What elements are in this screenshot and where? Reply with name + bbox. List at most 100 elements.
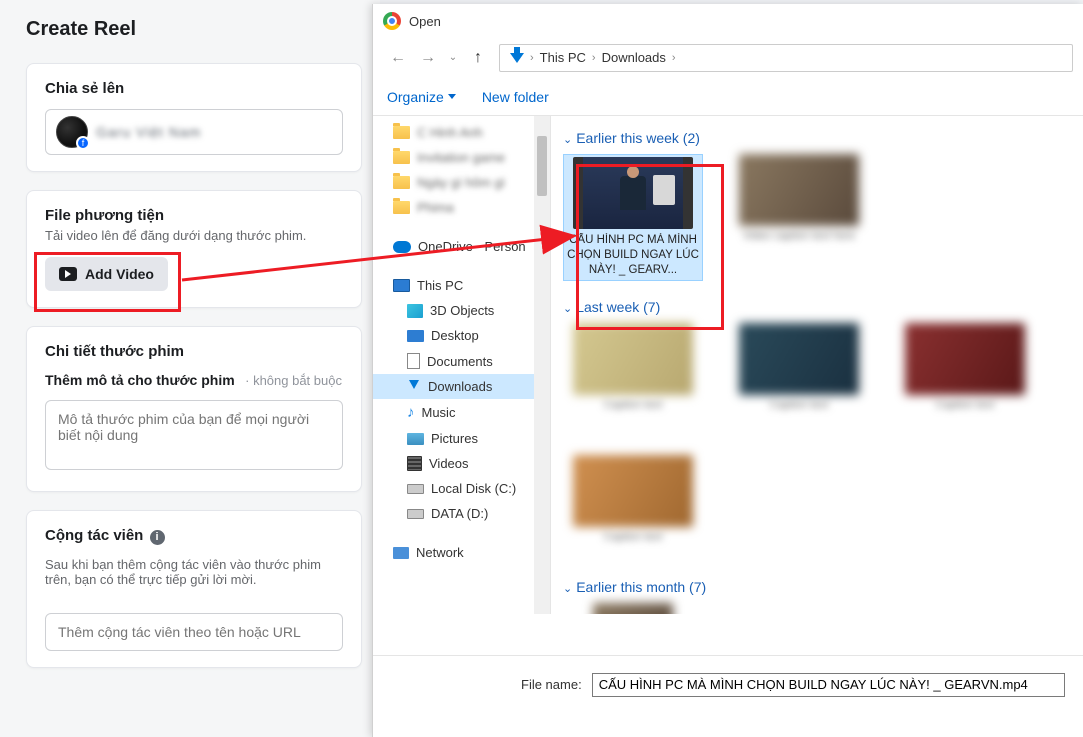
organize-menu[interactable]: Organize [387, 89, 456, 105]
avatar: f [56, 116, 88, 148]
crumb-thispc[interactable]: This PC [540, 50, 586, 65]
nav-back-button[interactable]: ← [383, 43, 413, 73]
tree-onedrive[interactable]: OneDrive - Person [373, 234, 550, 259]
file-item[interactable]: Caption text [895, 323, 1035, 429]
optional-label: · không bắt buộc [245, 373, 342, 388]
tree-3dobjects[interactable]: 3D Objects [373, 298, 550, 323]
chevron-right-icon: › [592, 52, 596, 64]
explorer-body: C Hinh Anh Invitation game Ngày gì hôm g… [373, 116, 1083, 614]
music-icon: ♪ [407, 404, 415, 421]
dialog-titlebar: Open [373, 4, 1083, 38]
file-item[interactable]: Caption text [563, 323, 703, 429]
folder-icon [393, 176, 410, 189]
video-thumbnail [739, 154, 859, 226]
arrow-right-icon: → [420, 49, 436, 67]
group-header[interactable]: ⌄Earlier this week (2) [563, 130, 1073, 146]
tree-downloads[interactable]: Downloads [373, 374, 550, 399]
collab-text: Sau khi bạn thêm cộng tác viên vào thước… [45, 557, 343, 587]
info-icon[interactable]: i [150, 530, 165, 545]
tree-folder[interactable]: Phima [373, 195, 550, 220]
tree-videos[interactable]: Videos [373, 451, 550, 476]
document-icon [407, 353, 420, 369]
group-header[interactable]: ⌄Last week (7) [563, 299, 1073, 315]
download-icon [407, 380, 421, 394]
arrow-up-icon: ↑ [474, 49, 482, 67]
breadcrumb[interactable]: › This PC › Downloads › [499, 44, 1073, 72]
filename-input[interactable] [592, 673, 1065, 697]
video-thumbnail [739, 323, 859, 395]
tree-folder[interactable]: C Hinh Anh [373, 120, 550, 145]
share-account-row[interactable]: f Garu Việt Nam [45, 109, 343, 155]
pictures-icon [407, 433, 424, 445]
onedrive-icon [393, 241, 411, 253]
chevron-down-icon: ⌄ [449, 52, 457, 63]
tree-desktop[interactable]: Desktop [373, 323, 550, 348]
video-thumbnail [573, 157, 693, 229]
media-heading: File phương tiện [45, 207, 343, 224]
nav-forward-button[interactable]: → [413, 43, 443, 73]
file-caption: CẤU HÌNH PC MÀ MÌNH CHỌN BUILD NGAY LÚC … [566, 233, 700, 278]
crumb-downloads[interactable]: Downloads [602, 50, 666, 65]
group-header[interactable]: ⌄Earlier this month (7) [563, 579, 1073, 595]
disk-icon [407, 509, 424, 519]
file-item[interactable]: Caption text [729, 323, 869, 429]
desktop-icon [407, 330, 424, 342]
details-heading: Chi tiết thước phim [45, 343, 343, 360]
chevron-right-icon: › [530, 52, 534, 64]
tree-pictures[interactable]: Pictures [373, 426, 550, 451]
collab-card: Cộng tác viên i Sau khi bạn thêm cộng tá… [26, 510, 362, 668]
dialog-toolbar: Organize New folder [373, 78, 1083, 116]
dialog-title: Open [409, 14, 441, 29]
tree-network[interactable]: Network [373, 540, 550, 565]
folder-tree: C Hinh Anh Invitation game Ngày gì hôm g… [373, 116, 551, 614]
disk-icon [407, 484, 424, 494]
newfolder-button[interactable]: New folder [482, 89, 549, 105]
chevron-down-icon: ⌄ [563, 583, 572, 595]
film-icon [407, 456, 422, 471]
video-thumbnail [593, 603, 673, 614]
filename-row: File name: [373, 655, 1083, 713]
tree-folder[interactable]: Invitation game [373, 145, 550, 170]
filename-label: File name: [521, 677, 582, 692]
arrow-left-icon: ← [390, 49, 406, 67]
chevron-right-icon: › [672, 52, 676, 64]
caret-down-icon [448, 94, 456, 99]
chevron-down-icon: ⌄ [563, 303, 572, 315]
share-heading: Chia sẻ lên [45, 80, 343, 97]
thispc-icon [393, 279, 410, 292]
facebook-badge-icon: f [76, 136, 90, 150]
nav-up-button[interactable]: ↑ [463, 43, 493, 73]
tree-folder[interactable]: Ngày gì hôm gì [373, 170, 550, 195]
folder-icon [393, 151, 410, 164]
folder-icon [393, 201, 410, 214]
tree-music[interactable]: ♪Music [373, 399, 550, 426]
details-card: Chi tiết thước phim Thêm mô tả cho thước… [26, 326, 362, 492]
file-item-selected[interactable]: CẤU HÌNH PC MÀ MÌNH CHỌN BUILD NGAY LÚC … [563, 154, 703, 281]
collab-input[interactable] [45, 613, 343, 651]
nav-row: ← → ⌄ ↑ › This PC › Downloads › [373, 38, 1083, 78]
description-textarea[interactable] [45, 400, 343, 470]
tree-datadisk[interactable]: DATA (D:) [373, 501, 550, 526]
share-account-name: Garu Việt Nam [96, 124, 201, 140]
create-reel-panel: Create Reel Chia sẻ lên f Garu Việt Nam … [0, 0, 380, 737]
network-icon [393, 547, 409, 559]
file-item[interactable] [563, 603, 703, 614]
chrome-icon [383, 12, 401, 30]
tree-documents[interactable]: Documents [373, 348, 550, 374]
share-card: Chia sẻ lên f Garu Việt Nam [26, 63, 362, 172]
tree-thispc[interactable]: This PC [373, 273, 550, 298]
tree-localdisk[interactable]: Local Disk (C:) [373, 476, 550, 501]
file-list: ⌄Earlier this week (2) CẤU HÌNH PC MÀ MÌ… [551, 116, 1083, 614]
video-thumbnail [905, 323, 1025, 395]
page-title: Create Reel [26, 18, 362, 41]
add-video-button[interactable]: Add Video [45, 257, 168, 291]
downloads-icon [506, 47, 528, 69]
add-video-label: Add Video [85, 266, 154, 282]
nav-recent-button[interactable]: ⌄ [443, 43, 463, 73]
file-item[interactable]: Video caption text here [729, 154, 869, 281]
video-thumbnail [573, 455, 693, 527]
file-item[interactable]: Caption text [563, 455, 703, 561]
file-open-dialog: Open ← → ⌄ ↑ › This PC › Downloads › Org… [372, 4, 1083, 737]
folder-icon [393, 126, 410, 139]
sidebar-scrollbar[interactable] [534, 116, 550, 614]
